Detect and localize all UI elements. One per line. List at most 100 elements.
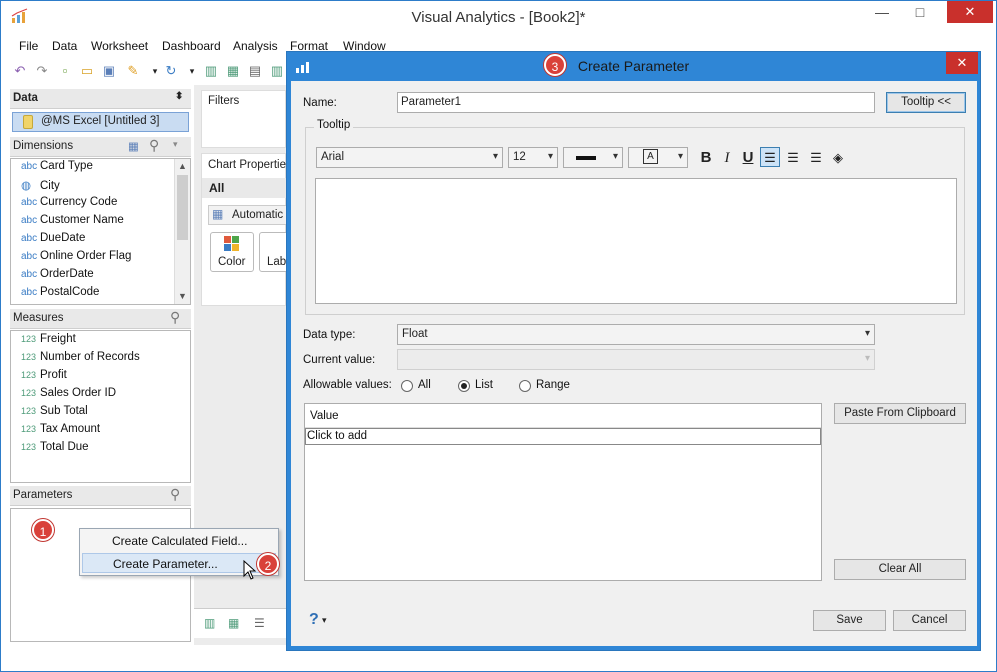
save-button[interactable]: Save <box>813 610 886 631</box>
menu-analysis[interactable]: Analysis <box>233 39 278 53</box>
data-header-label: Data <box>13 92 38 104</box>
dimension-field[interactable]: abc Card Type <box>21 160 93 178</box>
font-family-select[interactable]: Arial ▾ <box>316 147 503 168</box>
dialog-close-button[interactable]: ✕ <box>946 52 978 74</box>
new-icon[interactable]: ▫ <box>56 62 74 80</box>
scroll-down-icon[interactable]: ▼ <box>178 291 187 301</box>
cancel-button[interactable]: Cancel <box>893 610 966 631</box>
menu-dashboard[interactable]: Dashboard <box>162 39 221 53</box>
chevron-down-icon[interactable]: ▾ <box>173 139 178 150</box>
tooltip-editor[interactable] <box>315 178 957 304</box>
italic-button[interactable]: I <box>717 148 737 168</box>
current-value-select[interactable]: ▾ <box>397 349 875 370</box>
redo-icon[interactable]: ↷ <box>33 62 51 80</box>
table-view-icon[interactable]: ▦ <box>128 139 139 153</box>
measure-field[interactable]: 123 Profit <box>21 369 67 387</box>
dimension-field-label: Currency Code <box>40 196 118 208</box>
scroll-thumb[interactable] <box>177 175 188 240</box>
dimension-field[interactable]: ◍ City <box>21 178 60 196</box>
clear-formatting-icon[interactable]: ◈ <box>828 148 848 168</box>
align-left-icon[interactable]: ☰ <box>760 147 780 167</box>
data-type-select[interactable]: Float ▾ <box>397 324 875 345</box>
measure-field[interactable]: 123 Sales Order ID <box>21 387 116 405</box>
help-icon: ? <box>309 611 319 628</box>
help-button[interactable]: ? ▾ <box>309 611 333 629</box>
menu-data[interactable]: Data <box>52 39 77 53</box>
number-type-icon: 123 <box>21 442 37 452</box>
chart-icon[interactable]: ▤ <box>246 62 264 80</box>
search-icon[interactable]: ⚲ <box>170 309 180 326</box>
step-badge-1: 1 <box>32 519 54 541</box>
close-button[interactable]: ✕ <box>947 1 993 23</box>
radio-list[interactable] <box>458 380 470 392</box>
measure-field[interactable]: 123 Tax Amount <box>21 423 100 441</box>
create-parameter-dialog: 3 Create Parameter ✕ Name: Parameter1 To… <box>286 51 981 651</box>
new-dashboard-icon[interactable]: ▦ <box>224 62 242 80</box>
new-dashboard-icon[interactable]: ▦ <box>228 616 239 630</box>
data-source-icon[interactable]: ✎ <box>124 62 142 80</box>
scrollbar[interactable]: ▲ ▼ <box>174 159 190 304</box>
add-value-row[interactable]: Click to add <box>305 428 821 445</box>
filters-shelf[interactable]: Filters <box>201 90 286 148</box>
sort-icon[interactable]: ⬍ <box>175 91 183 102</box>
align-right-icon[interactable]: ☰ <box>806 148 826 168</box>
minimize-button[interactable]: — <box>867 1 897 23</box>
radio-list-label[interactable]: List <box>475 379 493 391</box>
paste-from-clipboard-button[interactable]: Paste From Clipboard <box>834 403 966 424</box>
clear-all-button[interactable]: Clear All <box>834 559 966 580</box>
datasource-item[interactable]: @MS Excel [Untitled 3] <box>12 112 189 132</box>
number-type-icon: 123 <box>21 388 37 398</box>
measure-field[interactable]: 123 Freight <box>21 333 76 351</box>
underline-button[interactable]: U <box>738 148 758 168</box>
string-type-icon: abc <box>21 287 38 298</box>
align-center-icon[interactable]: ☰ <box>783 148 803 168</box>
save-icon[interactable]: ▣ <box>100 62 118 80</box>
name-input[interactable]: Parameter1 <box>397 92 875 113</box>
refresh-icon[interactable]: ↻ <box>162 62 180 80</box>
menu-item-create-calculated-field[interactable]: Create Calculated Field... <box>82 531 276 551</box>
color-icon <box>224 236 240 252</box>
radio-range-label[interactable]: Range <box>536 379 570 391</box>
measures-header-label: Measures <box>13 312 64 324</box>
chart-icon[interactable]: ▥ <box>268 62 286 80</box>
undo-icon[interactable]: ↶ <box>11 62 29 80</box>
dimension-field[interactable]: abc Customer Name <box>21 214 124 232</box>
measure-field[interactable]: 123 Total Due <box>21 441 89 459</box>
string-type-icon: abc <box>21 233 38 244</box>
measure-field[interactable]: 123 Number of Records <box>21 351 140 369</box>
marks-all-row[interactable]: All <box>202 178 287 198</box>
radio-all-label[interactable]: All <box>418 379 431 391</box>
font-size-select[interactable]: 12 ▾ <box>508 147 558 168</box>
dimension-field[interactable]: abc Online Order Flag <box>21 250 131 268</box>
dimension-field[interactable]: abc DueDate <box>21 232 85 250</box>
value-list: Value Click to add <box>304 403 822 581</box>
menu-file[interactable]: File <box>19 39 38 53</box>
chevron-down-icon[interactable]: ▾ <box>183 62 201 80</box>
new-worksheet-icon[interactable]: ▥ <box>202 62 220 80</box>
radio-range[interactable] <box>519 380 531 392</box>
new-worksheet-icon[interactable]: ▥ <box>204 616 215 630</box>
bold-button[interactable]: B <box>696 148 716 168</box>
font-color-select[interactable]: A ▾ <box>628 147 688 168</box>
title-bar: Visual Analytics - [Book2]* — □ ✕ <box>1 1 996 35</box>
tooltip-toggle-button[interactable]: Tooltip << <box>886 92 966 113</box>
maximize-button[interactable]: □ <box>905 1 935 23</box>
line-style-select[interactable]: ▾ <box>563 147 623 168</box>
scroll-up-icon[interactable]: ▲ <box>178 161 187 171</box>
measure-field-label: Sales Order ID <box>40 387 117 399</box>
menu-worksheet[interactable]: Worksheet <box>91 39 148 53</box>
search-icon[interactable]: ⚲ <box>170 486 180 503</box>
search-icon[interactable]: ⚲ <box>149 137 159 154</box>
dimension-field[interactable]: abc Currency Code <box>21 196 117 214</box>
sheet-list-icon[interactable]: ☰ <box>254 616 265 630</box>
dimension-field[interactable]: abc OrderDate <box>21 268 94 286</box>
measure-field[interactable]: 123 Sub Total <box>21 405 88 423</box>
mark-type-select[interactable]: ▦ Automatic <box>208 205 288 225</box>
radio-all[interactable] <box>401 380 413 392</box>
chevron-down-icon: ▾ <box>612 151 618 162</box>
label-button[interactable]: Lab <box>259 232 289 272</box>
number-type-icon: 123 <box>21 334 37 344</box>
dimension-field[interactable]: abc PostalCode <box>21 286 99 304</box>
color-button[interactable]: Color <box>210 232 254 272</box>
open-icon[interactable]: ▭ <box>78 62 96 80</box>
